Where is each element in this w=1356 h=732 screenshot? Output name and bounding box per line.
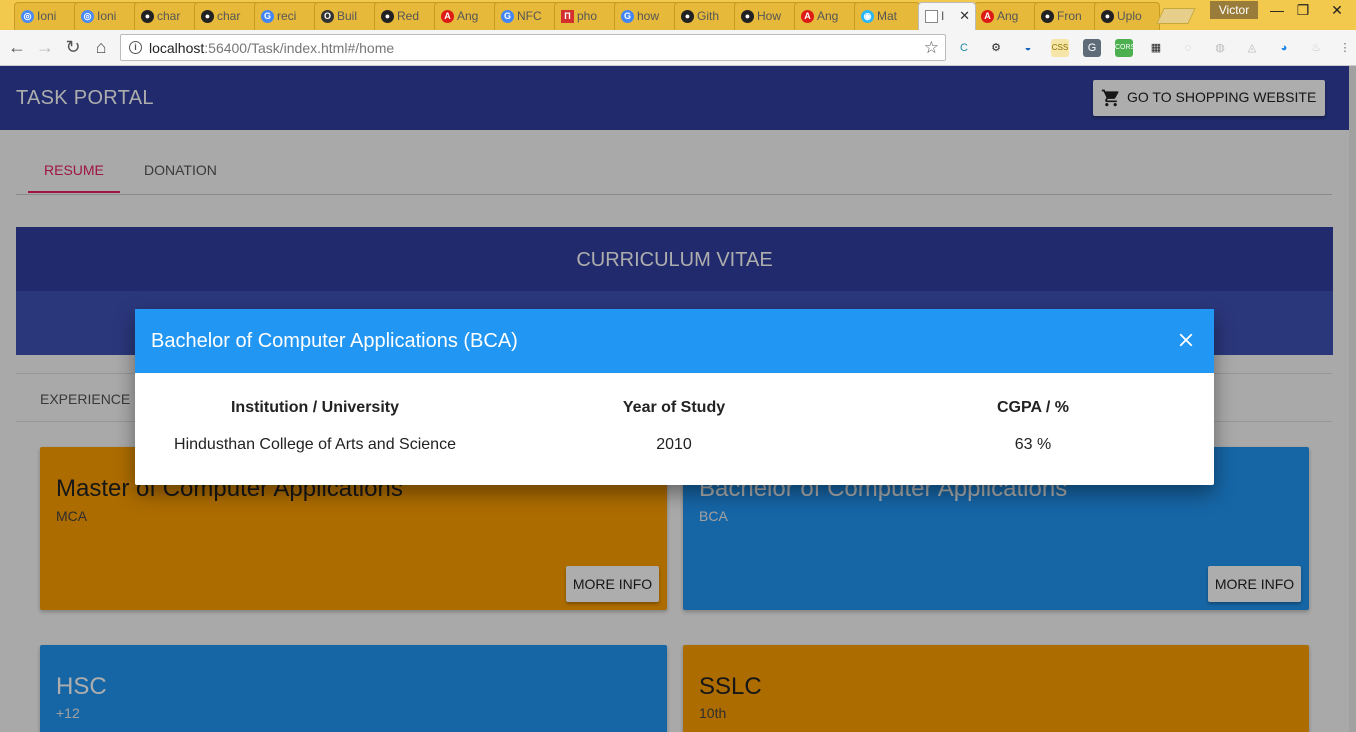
- material-icon: ◉: [861, 10, 874, 23]
- angular-icon: A: [801, 10, 814, 23]
- github-icon: ●: [681, 10, 694, 23]
- cell-cgpa: 63 %: [1014, 436, 1052, 453]
- bookmark-icon: П: [561, 10, 574, 23]
- browser-tab[interactable]: ● Red: [374, 2, 440, 30]
- angular-icon: A: [981, 10, 994, 23]
- angular-icon: A: [441, 10, 454, 23]
- extension-gray-icon[interactable]: ◍: [1211, 39, 1229, 57]
- extension-c-icon[interactable]: C: [955, 39, 973, 57]
- browser-tab[interactable]: ◎ Ioni: [74, 2, 140, 30]
- browser-tab[interactable]: ● char: [134, 2, 200, 30]
- github-icon: ●: [381, 10, 394, 23]
- browser-tab[interactable]: ● Fron: [1034, 2, 1100, 30]
- browser-tab[interactable]: Greci: [254, 2, 320, 30]
- browser-tabstrip: ◎ Ioni ◎ Ioni ● char ● char Greci O Buil ● Red…: [0, 0, 1356, 30]
- github-icon: ●: [141, 10, 154, 23]
- github-icon: ●: [1101, 10, 1114, 23]
- ionic-icon: ◎: [21, 10, 34, 23]
- bookmark-star-icon[interactable]: ☆: [924, 38, 939, 58]
- column-header-year: Year of Study: [622, 399, 726, 416]
- degree-details-dialog: Bachelor of Computer Applications (BCA) …: [135, 309, 1214, 485]
- css-extension-icon[interactable]: CSS: [1051, 39, 1069, 57]
- office-icon: O: [321, 10, 334, 23]
- dialog-header: Bachelor of Computer Applications (BCA): [135, 309, 1214, 373]
- google-icon: G: [261, 10, 274, 23]
- window-close-icon[interactable]: ✕: [1324, 2, 1350, 19]
- browser-tab[interactable]: A Ang: [434, 2, 500, 30]
- cors-extension-icon[interactable]: CORS: [1115, 39, 1135, 57]
- browser-tab[interactable]: ● Uplo: [1094, 2, 1160, 30]
- github-icon: ●: [1041, 10, 1054, 23]
- gear-icon[interactable]: ⚙: [987, 39, 1005, 57]
- browser-tab[interactable]: ● char: [194, 2, 260, 30]
- extension-badge-icon[interactable]: G: [1083, 39, 1101, 57]
- profile-button[interactable]: Victor: [1210, 1, 1258, 19]
- browser-tab[interactable]: ● How: [734, 2, 800, 30]
- browser-tab[interactable]: A Ang: [974, 2, 1040, 30]
- google-icon: G: [621, 10, 634, 23]
- browser-tab[interactable]: ◉ Mat: [854, 2, 920, 30]
- menu-icon[interactable]: ⋮: [1336, 39, 1354, 57]
- minimize-icon[interactable]: —: [1264, 2, 1290, 18]
- google-icon: G: [501, 10, 514, 23]
- github-icon: ●: [741, 10, 754, 23]
- reload-icon[interactable]: ↻: [62, 37, 84, 57]
- extension-gray-icon[interactable]: ♨: [1307, 39, 1325, 57]
- column-header-institution: Institution / University: [230, 399, 399, 416]
- film-extension-icon[interactable]: ▦: [1147, 39, 1165, 57]
- home-icon[interactable]: ⌂: [90, 37, 112, 57]
- browser-tab[interactable]: A Ang: [794, 2, 860, 30]
- browser-tab[interactable]: ● Gith: [674, 2, 740, 30]
- info-icon[interactable]: i: [129, 41, 142, 54]
- back-icon[interactable]: ←: [6, 37, 28, 57]
- browser-tab[interactable]: Пpho: [554, 2, 620, 30]
- column-header-cgpa: CGPA / %: [996, 399, 1069, 416]
- new-tab-button[interactable]: [1156, 8, 1196, 24]
- page-icon: [925, 10, 938, 23]
- ionic-icon: ◎: [81, 10, 94, 23]
- browser-tab[interactable]: ◎ Ioni: [14, 2, 80, 30]
- extension-blue-icon[interactable]: ◕: [1275, 39, 1293, 57]
- address-bar[interactable]: i localhost:56400/Task/index.html#/home …: [120, 34, 946, 61]
- dialog-title: Bachelor of Computer Applications (BCA): [151, 330, 518, 352]
- close-icon[interactable]: [1175, 329, 1197, 351]
- restore-icon[interactable]: ❐: [1290, 2, 1316, 19]
- globe-extension-icon[interactable]: ◒: [1019, 39, 1037, 57]
- extension-gray-icon[interactable]: ◌: [1179, 39, 1197, 57]
- cell-year: 2010: [656, 436, 692, 453]
- forward-icon[interactable]: →: [34, 37, 56, 57]
- browser-tab[interactable]: O Buil: [314, 2, 380, 30]
- browser-toolbar: ← → ↻ ⌂ i localhost:56400/Task/index.htm…: [0, 30, 1356, 66]
- browser-tab-active[interactable]: I ✕: [918, 2, 976, 30]
- close-tab-icon[interactable]: ✕: [959, 8, 970, 24]
- browser-tab[interactable]: Ghow: [614, 2, 680, 30]
- browser-tab[interactable]: G NFC: [494, 2, 560, 30]
- cell-institution: Hindusthan College of Arts and Science: [174, 436, 456, 453]
- extension-gray-icon[interactable]: ◬: [1243, 39, 1261, 57]
- github-icon: ●: [201, 10, 214, 23]
